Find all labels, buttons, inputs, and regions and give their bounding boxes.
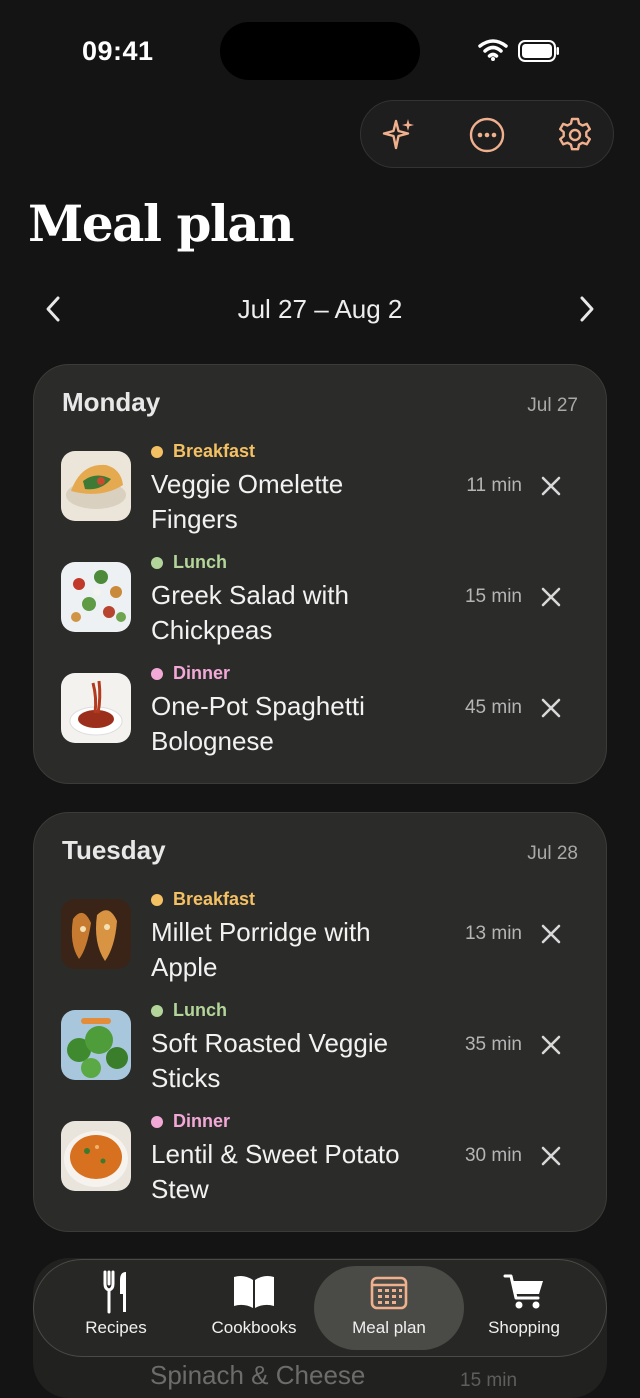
meal-item[interactable]: Lunch Soft Roasted Veggie Sticks 35 min xyxy=(34,1000,608,1110)
sparkles-icon[interactable] xyxy=(379,115,419,155)
meal-type-dot xyxy=(151,667,163,680)
more-icon[interactable] xyxy=(467,115,507,155)
page-title: Meal plan xyxy=(28,194,295,253)
week-range-label: Jul 27 – Aug 2 xyxy=(237,294,403,324)
meal-thumbnail xyxy=(61,1010,131,1080)
meal-name: Veggie Omelette Fingers xyxy=(151,469,344,534)
tab-label: Recipes xyxy=(85,1318,147,1337)
wifi-icon xyxy=(478,39,508,61)
peek-meal-name: Spinach & Cheese xyxy=(150,1360,366,1390)
next-week-button[interactable] xyxy=(570,292,604,326)
meal-time: 11 min xyxy=(466,475,522,496)
meal-type-label: Lunch xyxy=(151,1000,227,1021)
remove-meal-button[interactable] xyxy=(534,1139,568,1173)
meal-type-label: Dinner xyxy=(151,1111,230,1132)
meal-time: 35 min xyxy=(464,1034,522,1055)
meal-item[interactable]: Breakfast Veggie Omelette Fingers 11 min xyxy=(34,441,608,551)
meal-type-dot xyxy=(151,893,163,906)
peek-meal-time: 15 min xyxy=(460,1370,518,1391)
meal-type-label: Lunch xyxy=(151,552,227,573)
dynamic-island xyxy=(220,22,420,80)
remove-meal-button[interactable] xyxy=(534,1028,568,1062)
status-bar: 09:41 xyxy=(0,0,640,100)
meal-name: Lentil & Sweet Potato Stew xyxy=(151,1139,400,1204)
meal-item[interactable]: Dinner Lentil & Sweet Potato Stew 30 min xyxy=(34,1111,608,1221)
meal-time: 15 min xyxy=(464,586,522,607)
meal-thumbnail xyxy=(61,562,131,632)
week-navigator: Jul 27 – Aug 2 xyxy=(0,284,640,334)
tab-label: Shopping xyxy=(488,1318,560,1337)
day-card-monday: Monday Jul 27 Breakfast Veggie Omelette … xyxy=(33,364,607,784)
remove-meal-button[interactable] xyxy=(534,469,568,503)
close-icon xyxy=(541,1146,561,1166)
tab-meal-plan[interactable]: Meal plan xyxy=(314,1266,464,1350)
meal-time: 30 min xyxy=(464,1145,522,1166)
fork-knife-icon xyxy=(101,1270,131,1314)
day-name: Monday xyxy=(62,387,161,417)
day-name: Tuesday xyxy=(62,835,166,865)
meal-item[interactable]: Breakfast Millet Porridge with Apple 13 … xyxy=(34,889,608,999)
meal-item[interactable]: Lunch Greek Salad with Chickpeas 15 min xyxy=(34,552,608,662)
remove-meal-button[interactable] xyxy=(534,691,568,725)
meal-type-label: Dinner xyxy=(151,663,230,684)
tab-label: Meal plan xyxy=(352,1318,426,1337)
close-icon xyxy=(541,1035,561,1055)
cart-icon xyxy=(503,1270,545,1314)
day-date: Jul 27 xyxy=(527,395,578,416)
calendar-icon xyxy=(370,1270,408,1314)
meal-thumbnail xyxy=(61,673,131,743)
close-icon xyxy=(541,924,561,944)
meal-name: Millet Porridge with Apple xyxy=(151,917,371,982)
meal-item[interactable]: Dinner One-Pot Spaghetti Bolognese 45 mi… xyxy=(34,663,608,773)
day-date: Jul 28 xyxy=(527,843,578,864)
tab-shopping[interactable]: Shopping xyxy=(462,1266,586,1350)
tab-label: Cookbooks xyxy=(211,1318,297,1337)
top-actions-bar xyxy=(360,100,614,168)
meal-name: One-Pot Spaghetti Bolognese xyxy=(151,691,365,756)
tab-recipes[interactable]: Recipes xyxy=(54,1266,178,1350)
close-icon xyxy=(541,476,561,496)
meal-type-dot xyxy=(151,1004,163,1017)
meal-time: 13 min xyxy=(464,923,522,944)
meal-thumbnail xyxy=(61,899,131,969)
meal-name: Soft Roasted Veggie Sticks xyxy=(151,1028,389,1093)
meal-time: 45 min xyxy=(464,697,522,718)
meal-type-dot xyxy=(151,1115,163,1128)
tab-cookbooks[interactable]: Cookbooks xyxy=(192,1266,316,1350)
remove-meal-button[interactable] xyxy=(534,917,568,951)
meal-type-label: Breakfast xyxy=(151,889,255,910)
meal-type-dot xyxy=(151,556,163,569)
meal-type-dot xyxy=(151,445,163,458)
day-card-tuesday: Tuesday Jul 28 Breakfast Millet Porridge… xyxy=(33,812,607,1232)
meal-name: Greek Salad with Chickpeas xyxy=(151,580,349,645)
meal-thumbnail xyxy=(61,1121,131,1191)
book-icon xyxy=(232,1270,276,1314)
tab-bar: Recipes Cookbooks Meal plan Shopping xyxy=(33,1259,607,1357)
close-icon xyxy=(541,587,561,607)
battery-icon xyxy=(518,40,559,62)
remove-meal-button[interactable] xyxy=(534,580,568,614)
meal-type-label: Breakfast xyxy=(151,441,255,462)
status-time: 09:41 xyxy=(82,36,154,66)
gear-icon[interactable] xyxy=(555,115,595,155)
meal-thumbnail xyxy=(61,451,131,521)
chevron-right-icon xyxy=(580,296,594,322)
close-icon xyxy=(541,698,561,718)
